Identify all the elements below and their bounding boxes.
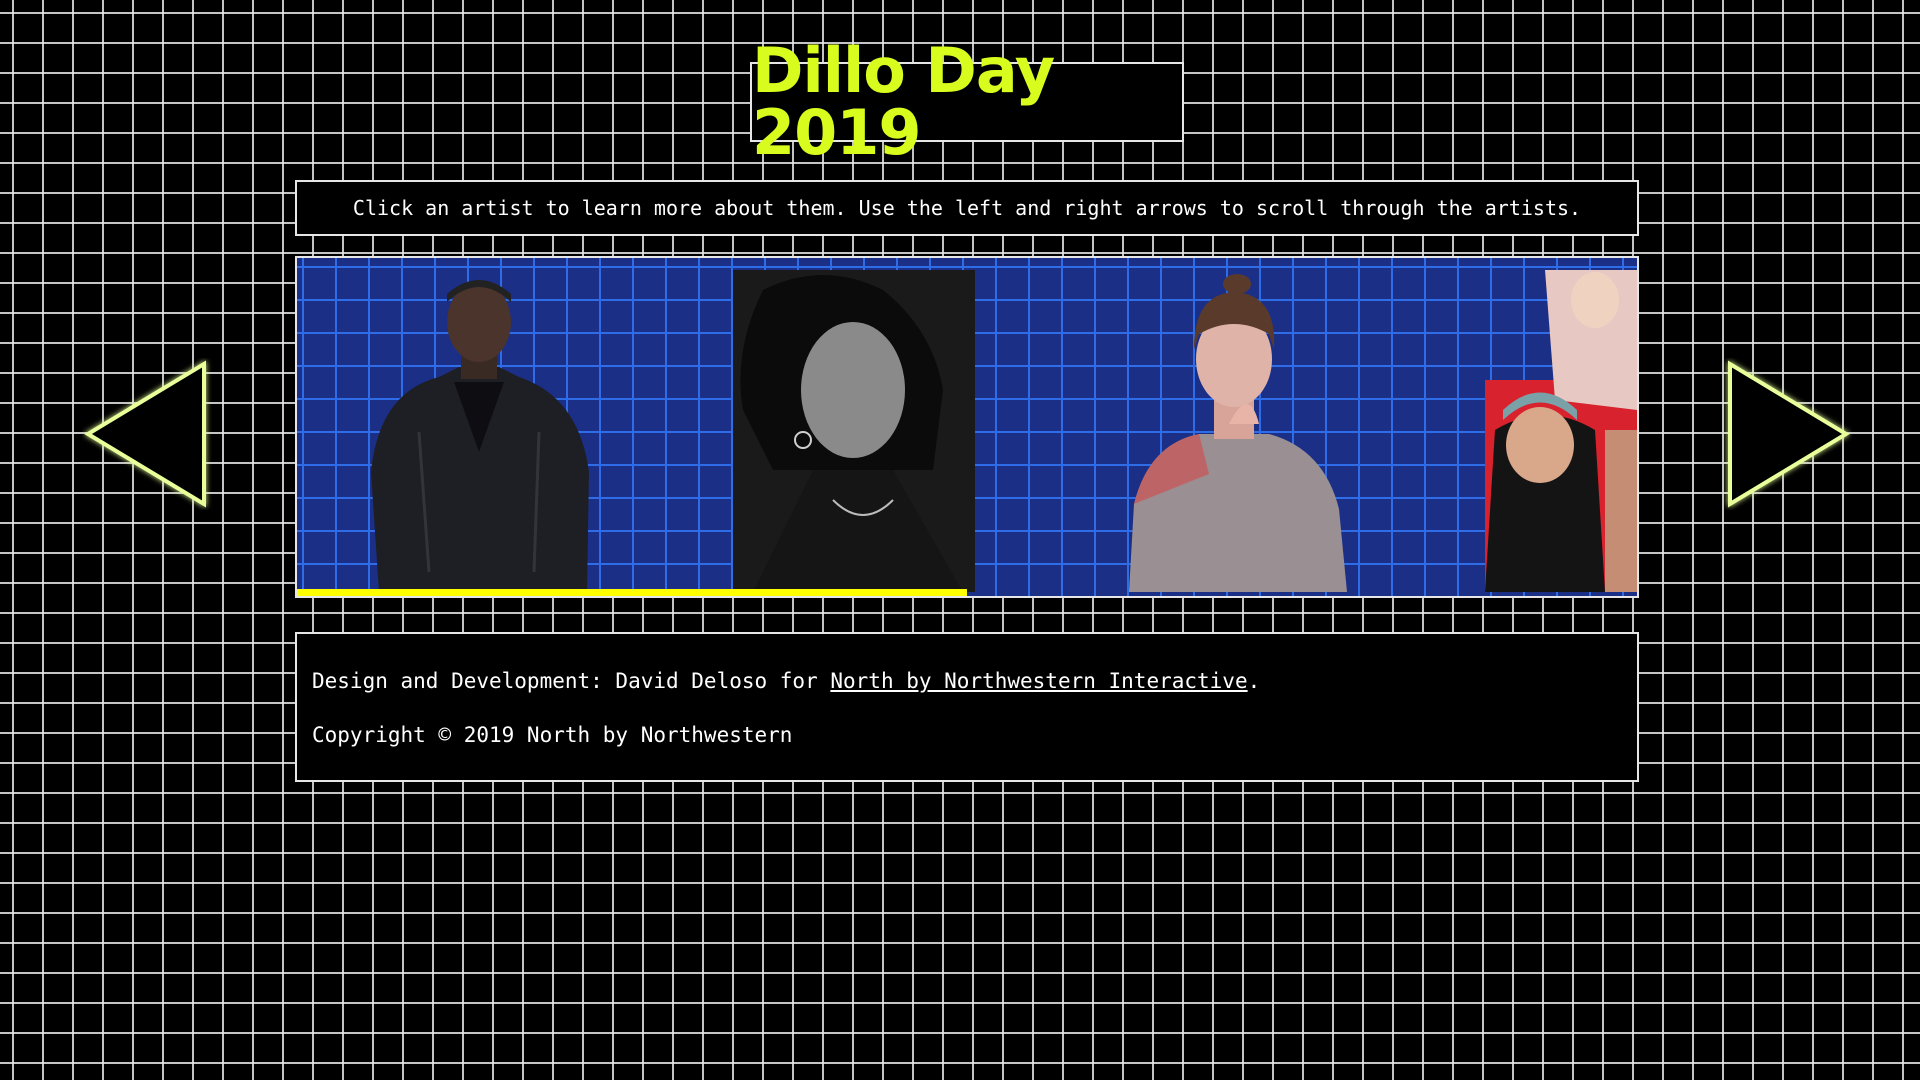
instructions-box: Click an artist to learn more about them… (295, 180, 1639, 236)
copyright-text: Copyright © 2019 North by Northwestern (312, 723, 793, 747)
artist-carousel[interactable] (295, 256, 1639, 598)
artist-card-1[interactable] (359, 272, 599, 592)
credits-suffix: . (1247, 669, 1261, 693)
carousel-progress-bar (297, 589, 967, 596)
credits-prefix: Design and Development: David Deloso for (312, 669, 831, 693)
artist-card-2[interactable] (733, 270, 975, 592)
page-title: Dillo Day 2019 (752, 34, 1055, 169)
scroll-right-button[interactable] (1720, 358, 1852, 510)
title-box: Dillo Day 2019 (750, 40, 1184, 164)
credits-line: Design and Development: David Deloso for… (312, 668, 1622, 694)
scroll-left-button[interactable] (82, 358, 214, 510)
instructions-text: Click an artist to learn more about them… (352, 196, 1582, 220)
artist-photo-4 (1485, 270, 1637, 592)
artist-card-3[interactable] (1109, 274, 1359, 592)
footer: Design and Development: David Deloso for… (295, 632, 1639, 782)
artist-photo-2 (733, 270, 975, 592)
artist-card-4[interactable] (1485, 270, 1637, 592)
artist-photo-3 (1129, 274, 1347, 592)
triangle-left-icon (84, 360, 206, 508)
artist-photo-1 (371, 280, 589, 592)
triangle-right-icon (1728, 360, 1850, 508)
north-by-northwestern-link[interactable]: North by Northwestern Interactive (830, 669, 1247, 693)
